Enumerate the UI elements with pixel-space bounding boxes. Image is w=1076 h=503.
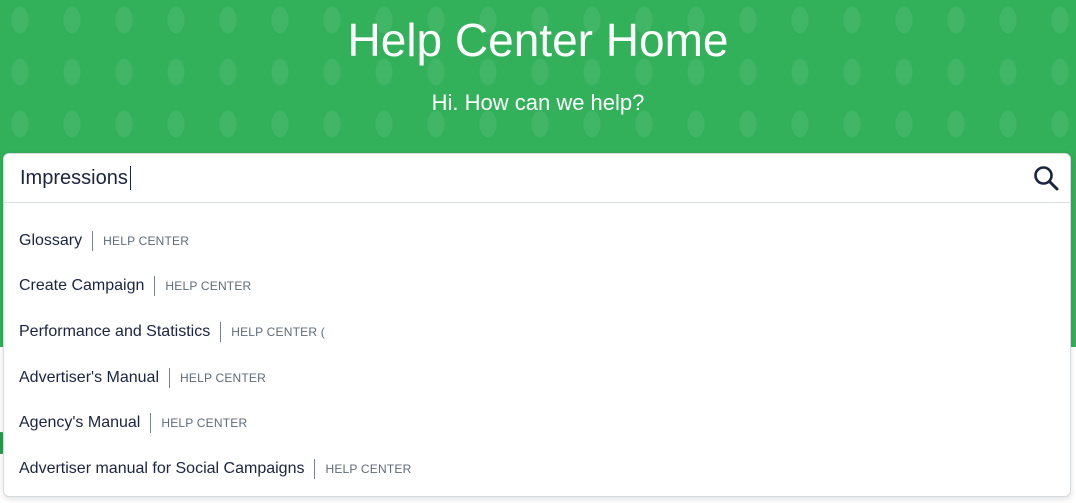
result-source: HELP CENTER <box>161 416 248 431</box>
result-source: HELP CENTER <box>325 461 412 476</box>
search-result-item[interactable]: Performance and Statistics HELP CENTER ( <box>4 309 1070 355</box>
search-result-item[interactable]: Advertiser's Manual HELP CENTER <box>4 355 1070 401</box>
result-source: HELP CENTER <box>180 370 267 385</box>
result-title: Glossary <box>19 231 83 249</box>
search-result-item[interactable]: Create Campaign HELP CENTER <box>4 264 1070 310</box>
result-separator <box>154 276 156 297</box>
search-result-item[interactable]: Glossary HELP CENTER <box>4 218 1070 264</box>
search-results-list: Glossary HELP CENTER Create Campaign HEL… <box>4 218 1070 492</box>
text-caret <box>130 166 131 190</box>
result-title: Agency's Manual <box>19 414 141 432</box>
result-separator <box>92 230 94 251</box>
result-title: Performance and Statistics <box>19 322 211 340</box>
page-subtitle: Hi. How can we help? <box>431 90 645 115</box>
result-title: Advertiser manual for Social Campaigns <box>19 459 305 477</box>
search-panel: Glossary HELP CENTER Create Campaign HEL… <box>3 153 1071 497</box>
search-result-item[interactable]: Agency's Manual HELP CENTER <box>4 400 1070 446</box>
result-separator <box>220 321 222 342</box>
result-title: Advertiser's Manual <box>19 368 159 386</box>
search-result-item[interactable]: Advertiser manual for Social Campaigns H… <box>4 446 1070 492</box>
result-source: HELP CENTER ( <box>231 324 325 339</box>
search-icon[interactable] <box>1032 164 1060 192</box>
result-separator <box>150 413 152 434</box>
search-input[interactable] <box>18 162 1010 194</box>
result-title: Create Campaign <box>19 277 145 295</box>
result-source: HELP CENTER <box>165 279 252 294</box>
result-source: HELP CENTER <box>103 233 190 248</box>
page-title: Help Center Home <box>347 14 729 66</box>
result-separator <box>314 458 316 479</box>
result-separator <box>169 367 170 388</box>
search-bar <box>4 154 1070 203</box>
help-center-page: Help Center Home Hi. How can we help? Gl… <box>0 0 1076 503</box>
